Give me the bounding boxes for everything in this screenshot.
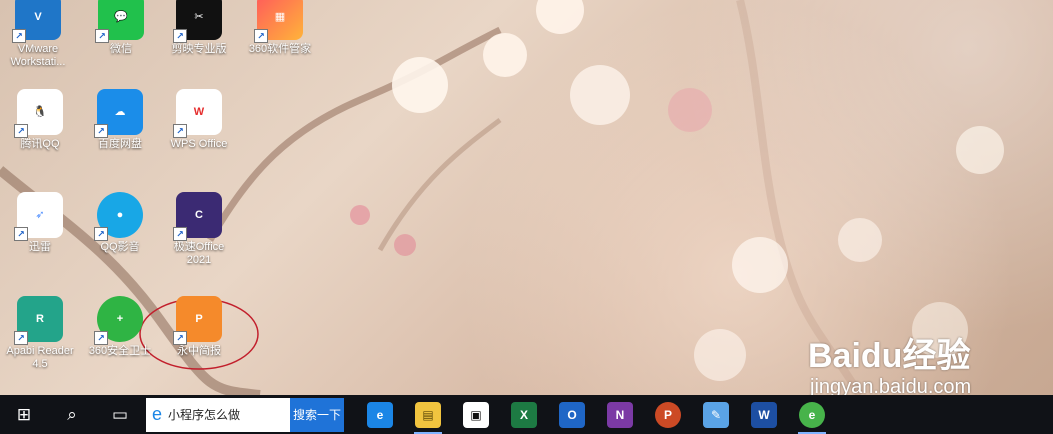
qq-shortcut[interactable]: 🐧 ↗ 腾讯QQ bbox=[5, 89, 75, 151]
onenote-icon: N bbox=[607, 401, 633, 428]
search-button[interactable]: ⌕ bbox=[48, 395, 96, 434]
qq-player-icon: ● ↗ bbox=[94, 192, 143, 241]
360-safe-shortcut[interactable]: + ↗ 360安全卫士 bbox=[85, 296, 155, 358]
taskbar-outlook[interactable]: O bbox=[548, 395, 596, 434]
paint-icon: ✎ bbox=[703, 401, 729, 428]
icon-label: 百度网盘 bbox=[98, 138, 142, 150]
blossom-wallpaper-art bbox=[0, 0, 1004, 395]
yozo-presentation-shortcut[interactable]: P ↗ 永中简报 bbox=[164, 296, 234, 358]
icon-label: WPS Office bbox=[170, 138, 228, 150]
taskbar: ⊞ ⌕ ▭ e 小程序怎么做 搜索一下 e ▤ ▣ X O N P ✎ W e bbox=[0, 395, 1053, 434]
icon-label: 微信 bbox=[110, 43, 132, 55]
task-view-icon: ▭ bbox=[111, 404, 129, 424]
icon-label: 360安全卫士 bbox=[88, 345, 152, 357]
jianying-shortcut[interactable]: ✂ ↗ 剪映专业版 bbox=[164, 0, 234, 56]
apabi-reader-shortcut[interactable]: R ↗ Apabi Reader 4.5 bbox=[5, 296, 75, 371]
vmware-icon: V ↗ bbox=[12, 0, 61, 43]
icon-label: QQ影音 bbox=[100, 241, 140, 253]
taskbar-onenote[interactable]: N bbox=[596, 395, 644, 434]
desktop-wallpaper bbox=[0, 0, 1053, 395]
outlook-icon: O bbox=[559, 401, 585, 428]
powerpoint-icon: P bbox=[655, 401, 681, 428]
xunlei-icon: ➶ ↗ bbox=[14, 192, 63, 241]
360-software-manager-shortcut[interactable]: ▦ ↗ 360软件管家 bbox=[245, 0, 315, 56]
taskbar-search-submit[interactable]: 搜索一下 bbox=[290, 397, 344, 432]
xunlei-shortcut[interactable]: ➶ ↗ 迅雷 bbox=[5, 192, 75, 254]
capcut-icon: ✂ ↗ bbox=[173, 0, 222, 43]
apabi-reader-icon: R ↗ bbox=[14, 296, 63, 345]
icon-label: 永中简报 bbox=[177, 345, 221, 357]
taskbar-paint[interactable]: ✎ bbox=[692, 395, 740, 434]
baidu-netdisk-shortcut[interactable]: ☁ ↗ 百度网盘 bbox=[85, 89, 155, 151]
taskbar-search-box[interactable]: e 小程序怎么做 bbox=[146, 397, 290, 432]
word-icon: W bbox=[751, 401, 777, 428]
icon-label: 360软件管家 bbox=[248, 43, 312, 55]
icon-label: 极速Office 2021 bbox=[173, 241, 225, 266]
taskbar-search-text: 小程序怎么做 bbox=[168, 408, 241, 422]
taskbar-excel[interactable]: X bbox=[500, 395, 548, 434]
excel-icon: X bbox=[511, 401, 537, 428]
qq-player-shortcut[interactable]: ● ↗ QQ影音 bbox=[85, 192, 155, 254]
jisu-office-shortcut[interactable]: C ↗ 极速Office 2021 bbox=[164, 192, 234, 267]
wps-office-shortcut[interactable]: W ↗ WPS Office bbox=[164, 89, 234, 151]
taskbar-360-browser[interactable]: e bbox=[788, 395, 836, 434]
icon-label: 剪映专业版 bbox=[171, 43, 227, 55]
360-software-manager-icon: ▦ ↗ bbox=[254, 0, 303, 43]
task-view-button[interactable]: ▭ bbox=[96, 395, 144, 434]
qq-penguin-icon: 🐧 ↗ bbox=[14, 89, 63, 138]
baidu-netdisk-icon: ☁ ↗ bbox=[94, 89, 143, 138]
taskbar-powerpoint[interactable]: P bbox=[644, 395, 692, 434]
wps-icon: W ↗ bbox=[173, 89, 222, 138]
start-button[interactable]: ⊞ bbox=[0, 395, 48, 434]
yozo-presentation-icon: P ↗ bbox=[173, 296, 222, 345]
360-safe-icon: + ↗ bbox=[94, 296, 143, 345]
taskbar-file-explorer[interactable]: ▤ bbox=[404, 395, 452, 434]
watermark-brand: Baidu经验 bbox=[808, 337, 971, 375]
store-icon: ▣ bbox=[463, 401, 489, 428]
icon-label: VMware Workstati... bbox=[10, 43, 66, 68]
search-icon: ⌕ bbox=[67, 404, 77, 424]
edge-icon: e bbox=[367, 401, 393, 428]
icon-label: Apabi Reader 4.5 bbox=[6, 345, 74, 370]
taskbar-edge[interactable]: e bbox=[356, 395, 404, 434]
icon-label: 腾讯QQ bbox=[20, 138, 60, 150]
wechat-shortcut[interactable]: 💬 ↗ 微信 bbox=[86, 0, 156, 56]
ie-icon: e bbox=[152, 404, 163, 424]
taskbar-store[interactable]: ▣ bbox=[452, 395, 500, 434]
vmware-workstation-shortcut[interactable]: V ↗ VMware Workstati... bbox=[3, 0, 73, 69]
file-explorer-icon: ▤ bbox=[415, 401, 441, 428]
wechat-icon: 💬 ↗ bbox=[95, 0, 144, 43]
windows-logo-icon: ⊞ bbox=[16, 404, 32, 424]
taskbar-word[interactable]: W bbox=[740, 395, 788, 434]
360-browser-icon: e bbox=[799, 401, 825, 428]
jisu-office-icon: C ↗ bbox=[173, 192, 222, 241]
icon-label: 迅雷 bbox=[29, 241, 51, 253]
